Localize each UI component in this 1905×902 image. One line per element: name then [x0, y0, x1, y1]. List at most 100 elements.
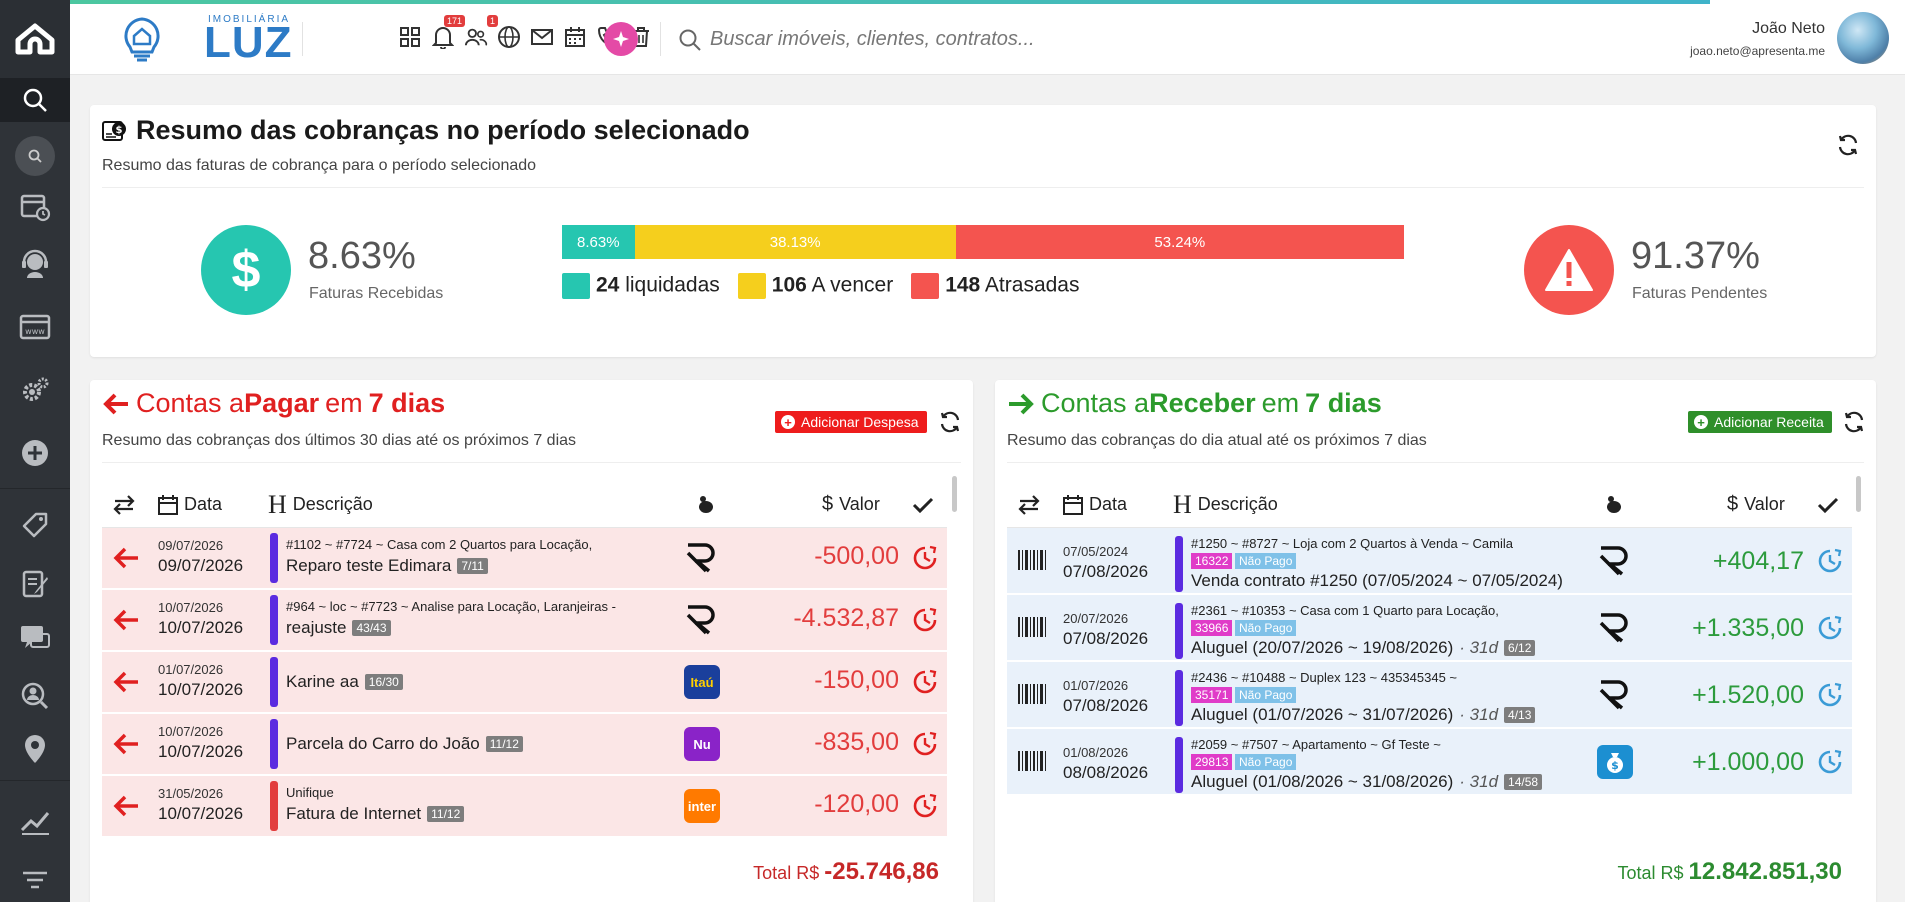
table-row[interactable]: 10/07/2026 10/07/2026 #964 ~ loc ~ #7723 ~…: [102, 590, 947, 651]
row-reference: #1102 ~ #7724 ~ Casa com 2 Quartos para …: [286, 537, 593, 552]
pending-clock-icon[interactable]: [1816, 614, 1844, 647]
description-text: Venda contrato #1250 (07/05/2024 ~ 07/05…: [1191, 571, 1563, 590]
table-row[interactable]: 07/05/2024 07/08/2026 #1250 ~ #8727 ~ Loja…: [1007, 528, 1852, 594]
user-name[interactable]: João Neto: [1752, 20, 1825, 38]
chart-growth-icon[interactable]: [0, 785, 70, 857]
payable-refresh-icon[interactable]: [936, 408, 964, 436]
arrow-left-icon: [103, 393, 128, 414]
description-text: Fatura de Internet: [286, 804, 422, 823]
bank-logo-icon: $: [1597, 745, 1633, 779]
summary-refresh-icon[interactable]: [1834, 131, 1862, 159]
overdue-clock-icon[interactable]: [911, 544, 939, 577]
installment-pill: 16/30: [364, 674, 403, 690]
pending-clock-icon[interactable]: [1816, 748, 1844, 781]
swap-arrows-icon[interactable]: [112, 494, 136, 515]
location-pin-icon[interactable]: [0, 721, 70, 776]
document-edit-icon[interactable]: [0, 556, 70, 611]
apps-grid-icon[interactable]: [398, 24, 422, 50]
row-value: -4.532,87: [793, 604, 899, 632]
tag-icon[interactable]: [0, 493, 70, 556]
installment-pill: 6/12: [1504, 640, 1536, 656]
calendar-icon[interactable]: [563, 24, 587, 50]
table-row[interactable]: 09/07/2026 09/07/2026 #1102 ~ #7724 ~ Casa…: [102, 528, 947, 589]
installment-pill: 43/43: [352, 620, 391, 636]
sparkle-icon: [613, 31, 629, 47]
issue-date: 20/07/2026: [1063, 611, 1129, 626]
col-value[interactable]: $ Valor: [1727, 493, 1785, 516]
payable-table-header: Data H Descrição $ Valor: [102, 482, 947, 528]
check-icon[interactable]: [912, 496, 934, 514]
website-icon[interactable]: www: [0, 295, 70, 358]
row-value: -120,00: [814, 790, 899, 818]
overdue-clock-icon[interactable]: [911, 792, 939, 825]
arrow-right-icon: [1009, 393, 1034, 414]
summary-title: $ Resumo das cobranças no período seleci…: [102, 115, 750, 146]
search-input[interactable]: [710, 22, 1330, 56]
pending-clock-icon[interactable]: [1816, 547, 1844, 580]
overdue-clock-icon[interactable]: [911, 730, 939, 763]
receivable-refresh-icon[interactable]: [1840, 408, 1868, 436]
ai-sparkle-button[interactable]: [604, 22, 638, 56]
home-logo-icon[interactable]: [0, 0, 70, 78]
arrow-left-icon: [112, 732, 140, 761]
calendar-clock-icon[interactable]: [0, 180, 70, 232]
legend-item: 24 liquidadas: [562, 273, 720, 299]
status-flag: [270, 595, 278, 645]
table-row[interactable]: 01/07/2026 07/08/2026 #2436 ~ #10488 ~ Dup…: [1007, 662, 1852, 728]
pending-clock-icon[interactable]: [1816, 681, 1844, 714]
col-bank-icon[interactable]: [1604, 495, 1624, 515]
overdue-clock-icon[interactable]: [911, 606, 939, 639]
due-date: 09/07/2026: [158, 556, 244, 575]
status-flag: [1175, 737, 1183, 793]
barcode-icon: [1017, 682, 1047, 711]
col-date[interactable]: Data: [158, 494, 222, 515]
bar-segment: 53.24%: [955, 225, 1404, 259]
duration: · 31d: [1459, 638, 1499, 657]
add-expense-button[interactable]: + Adicionar Despesa: [775, 411, 927, 433]
check-icon[interactable]: [1817, 496, 1839, 514]
col-description[interactable]: H Descrição: [268, 490, 373, 520]
description-text: Reparo teste Edimara: [286, 556, 452, 575]
chat-icon[interactable]: [0, 611, 70, 666]
add-revenue-button[interactable]: + Adicionar Receita: [1688, 411, 1832, 433]
brand-name: LUZ: [204, 18, 293, 67]
table-row[interactable]: 01/08/2026 08/08/2026 #2059 ~ #7507 ~ Apar…: [1007, 729, 1852, 795]
col-description[interactable]: H Descrição: [1173, 490, 1278, 520]
receivable-total: Total R$ 12.842.851,30: [1617, 858, 1842, 885]
sidebar-mini-search-icon[interactable]: [15, 136, 55, 176]
row-value: -150,00: [814, 666, 899, 694]
row-description: Venda contrato #1250 (07/05/2024 ~ 07/05…: [1191, 571, 1563, 591]
col-value[interactable]: $ Valor: [822, 493, 880, 516]
col-date[interactable]: Data: [1063, 494, 1127, 515]
add-circle-icon[interactable]: [0, 421, 70, 484]
settings-gears-icon[interactable]: [0, 358, 70, 421]
issue-date: 10/07/2026: [158, 724, 224, 739]
row-description: Reparo teste Edimara 7/11: [286, 556, 488, 576]
overdue-clock-icon[interactable]: [911, 668, 939, 701]
bank-logo-icon: Nu: [684, 727, 720, 761]
globe-icon[interactable]: [497, 24, 521, 50]
support-agent-icon[interactable]: [0, 232, 70, 295]
legend-item: 106 A vencer: [737, 273, 893, 299]
col-bank-icon[interactable]: [696, 495, 716, 515]
table-row[interactable]: 10/07/2026 10/07/2026 Parcela do Carro do …: [102, 714, 947, 775]
notifications-bell-icon[interactable]: 171: [431, 15, 465, 50]
avatar[interactable]: [1837, 12, 1889, 64]
sidebar-search-icon[interactable]: [0, 78, 70, 122]
users-icon[interactable]: 1: [464, 15, 498, 50]
description-text: Aluguel (01/07/2026 ~ 31/07/2026): [1191, 705, 1454, 724]
person-search-icon[interactable]: [0, 666, 70, 721]
dollar-icon: $: [201, 225, 291, 315]
receivable-table-header: Data H Descrição $ Valor: [1007, 482, 1852, 528]
mail-icon[interactable]: [530, 24, 554, 50]
table-row[interactable]: 20/07/2026 07/08/2026 #2361 ~ #10353 ~ Cas…: [1007, 595, 1852, 661]
filter-lines-icon[interactable]: [0, 857, 70, 901]
issue-date: 31/05/2026: [158, 786, 224, 801]
legend-count: 148: [945, 273, 981, 297]
table-row[interactable]: 31/05/2026 10/07/2026 Unifique Fatura de In…: [102, 776, 947, 837]
swap-arrows-icon[interactable]: [1017, 494, 1041, 515]
search-icon[interactable]: [678, 28, 702, 57]
alert-triangle-icon: [1524, 225, 1614, 315]
payment-status-badge: Não Pago: [1235, 553, 1297, 569]
table-row[interactable]: 01/07/2026 10/07/2026 Karine aa 16/30 Itaú -1…: [102, 652, 947, 713]
